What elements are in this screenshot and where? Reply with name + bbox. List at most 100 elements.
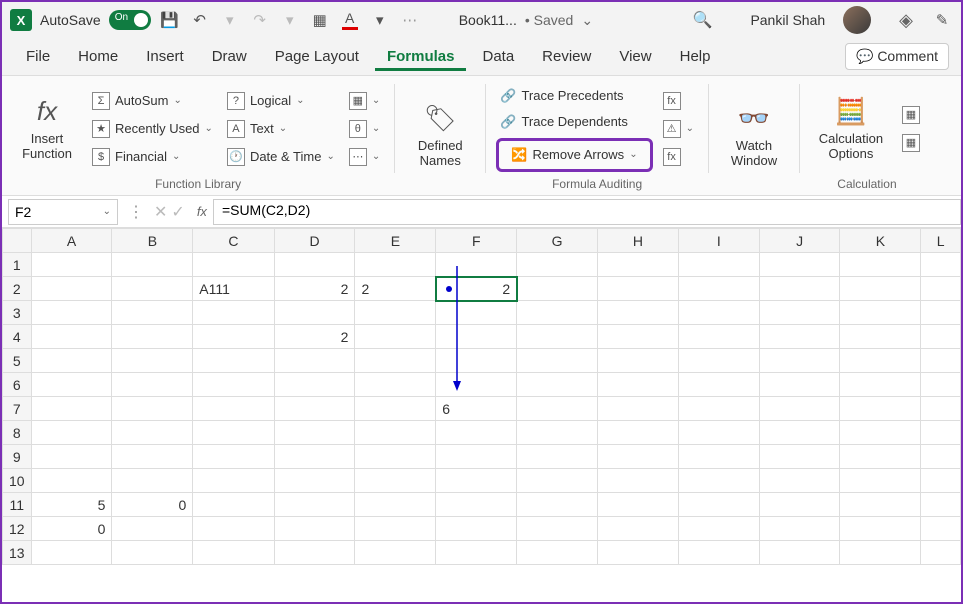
cell-B12[interactable] [112, 517, 193, 541]
cell-H10[interactable] [598, 469, 679, 493]
cell-E6[interactable] [355, 373, 436, 397]
logical-button[interactable]: ?Logical⌄ [223, 90, 339, 112]
cell-J1[interactable] [759, 253, 840, 277]
row-header-3[interactable]: 3 [3, 301, 32, 325]
cell-E11[interactable] [355, 493, 436, 517]
calculation-options-button[interactable]: 🧮 Calculation Options [810, 82, 892, 175]
cell-K10[interactable] [840, 469, 921, 493]
cell-I3[interactable] [678, 301, 759, 325]
trace-dependents-button[interactable]: 🔗Trace Dependents [496, 112, 652, 132]
cell-G7[interactable] [517, 397, 598, 421]
lookup-button[interactable]: ▦⌄ [345, 90, 384, 112]
row-header-9[interactable]: 9 [3, 445, 32, 469]
cell-A3[interactable] [31, 301, 112, 325]
cell-I8[interactable] [678, 421, 759, 445]
cell-J2[interactable] [759, 277, 840, 301]
cell-A2[interactable] [31, 277, 112, 301]
cell-K2[interactable] [840, 277, 921, 301]
text-button[interactable]: AText⌄ [223, 118, 339, 140]
redo-dropdown-icon[interactable]: ▾ [279, 9, 301, 31]
fx-label-icon[interactable]: fx [197, 204, 207, 219]
cell-J11[interactable] [759, 493, 840, 517]
cell-G6[interactable] [517, 373, 598, 397]
cell-E13[interactable] [355, 541, 436, 565]
cell-D2[interactable]: 2 [274, 277, 355, 301]
cell-G3[interactable] [517, 301, 598, 325]
cell-H13[interactable] [598, 541, 679, 565]
row-header-10[interactable]: 10 [3, 469, 32, 493]
row-header-4[interactable]: 4 [3, 325, 32, 349]
cell-J3[interactable] [759, 301, 840, 325]
col-header-B[interactable]: B [112, 229, 193, 253]
cell-K11[interactable] [840, 493, 921, 517]
cell-E10[interactable] [355, 469, 436, 493]
cell-C6[interactable] [193, 373, 274, 397]
col-header-E[interactable]: E [355, 229, 436, 253]
cell-K1[interactable] [840, 253, 921, 277]
tab-insert[interactable]: Insert [134, 42, 196, 71]
cell-G13[interactable] [517, 541, 598, 565]
col-header-K[interactable]: K [840, 229, 921, 253]
cell-I9[interactable] [678, 445, 759, 469]
cell-C9[interactable] [193, 445, 274, 469]
cell-H9[interactable] [598, 445, 679, 469]
cell-F4[interactable] [436, 325, 517, 349]
diamond-icon[interactable]: ◈ [899, 10, 913, 31]
more-functions-button[interactable]: ⋯⌄ [345, 146, 384, 168]
math-button[interactable]: θ⌄ [345, 118, 384, 140]
cell-F8[interactable] [436, 421, 517, 445]
col-header-A[interactable]: A [31, 229, 112, 253]
cell-H2[interactable] [598, 277, 679, 301]
cell-F9[interactable] [436, 445, 517, 469]
row-header-13[interactable]: 13 [3, 541, 32, 565]
cell-G5[interactable] [517, 349, 598, 373]
cell-I11[interactable] [678, 493, 759, 517]
cell-F12[interactable] [436, 517, 517, 541]
tab-data[interactable]: Data [470, 42, 526, 71]
financial-button[interactable]: $Financial⌄ [88, 146, 217, 168]
cell-E9[interactable] [355, 445, 436, 469]
tab-help[interactable]: Help [668, 42, 723, 71]
cell-K5[interactable] [840, 349, 921, 373]
cell-I10[interactable] [678, 469, 759, 493]
cell-F10[interactable] [436, 469, 517, 493]
cell-E12[interactable] [355, 517, 436, 541]
undo-icon[interactable]: ↶ [189, 9, 211, 31]
cell-A1[interactable] [31, 253, 112, 277]
cell-L12[interactable] [921, 517, 961, 541]
row-header-2[interactable]: 2 [3, 277, 32, 301]
cell-L7[interactable] [921, 397, 961, 421]
cell-I6[interactable] [678, 373, 759, 397]
calc-now-button[interactable]: ▦ [898, 104, 924, 126]
col-header-F[interactable]: F [436, 229, 517, 253]
insert-function-button[interactable]: fx Insert Function [12, 82, 82, 175]
cell-E1[interactable] [355, 253, 436, 277]
cell-J5[interactable] [759, 349, 840, 373]
cell-D5[interactable] [274, 349, 355, 373]
cell-L10[interactable] [921, 469, 961, 493]
cell-H8[interactable] [598, 421, 679, 445]
cell-B5[interactable] [112, 349, 193, 373]
cell-C8[interactable] [193, 421, 274, 445]
cell-A12[interactable]: 0 [31, 517, 112, 541]
cell-A4[interactable] [31, 325, 112, 349]
redo-icon[interactable]: ↷ [249, 9, 271, 31]
cell-B7[interactable] [112, 397, 193, 421]
cell-J4[interactable] [759, 325, 840, 349]
tab-view[interactable]: View [607, 42, 663, 71]
cell-I4[interactable] [678, 325, 759, 349]
cell-B9[interactable] [112, 445, 193, 469]
cell-E8[interactable] [355, 421, 436, 445]
cell-C5[interactable] [193, 349, 274, 373]
cell-B2[interactable] [112, 277, 193, 301]
watch-window-button[interactable]: 👓 Watch Window [719, 82, 789, 189]
cell-L4[interactable] [921, 325, 961, 349]
cell-F3[interactable] [436, 301, 517, 325]
cell-D6[interactable] [274, 373, 355, 397]
tab-formulas[interactable]: Formulas [375, 42, 467, 71]
save-icon[interactable]: 💾 [159, 9, 181, 31]
cell-B4[interactable] [112, 325, 193, 349]
date-time-button[interactable]: 🕐Date & Time⌄ [223, 146, 339, 168]
cell-A9[interactable] [31, 445, 112, 469]
cell-I2[interactable] [678, 277, 759, 301]
